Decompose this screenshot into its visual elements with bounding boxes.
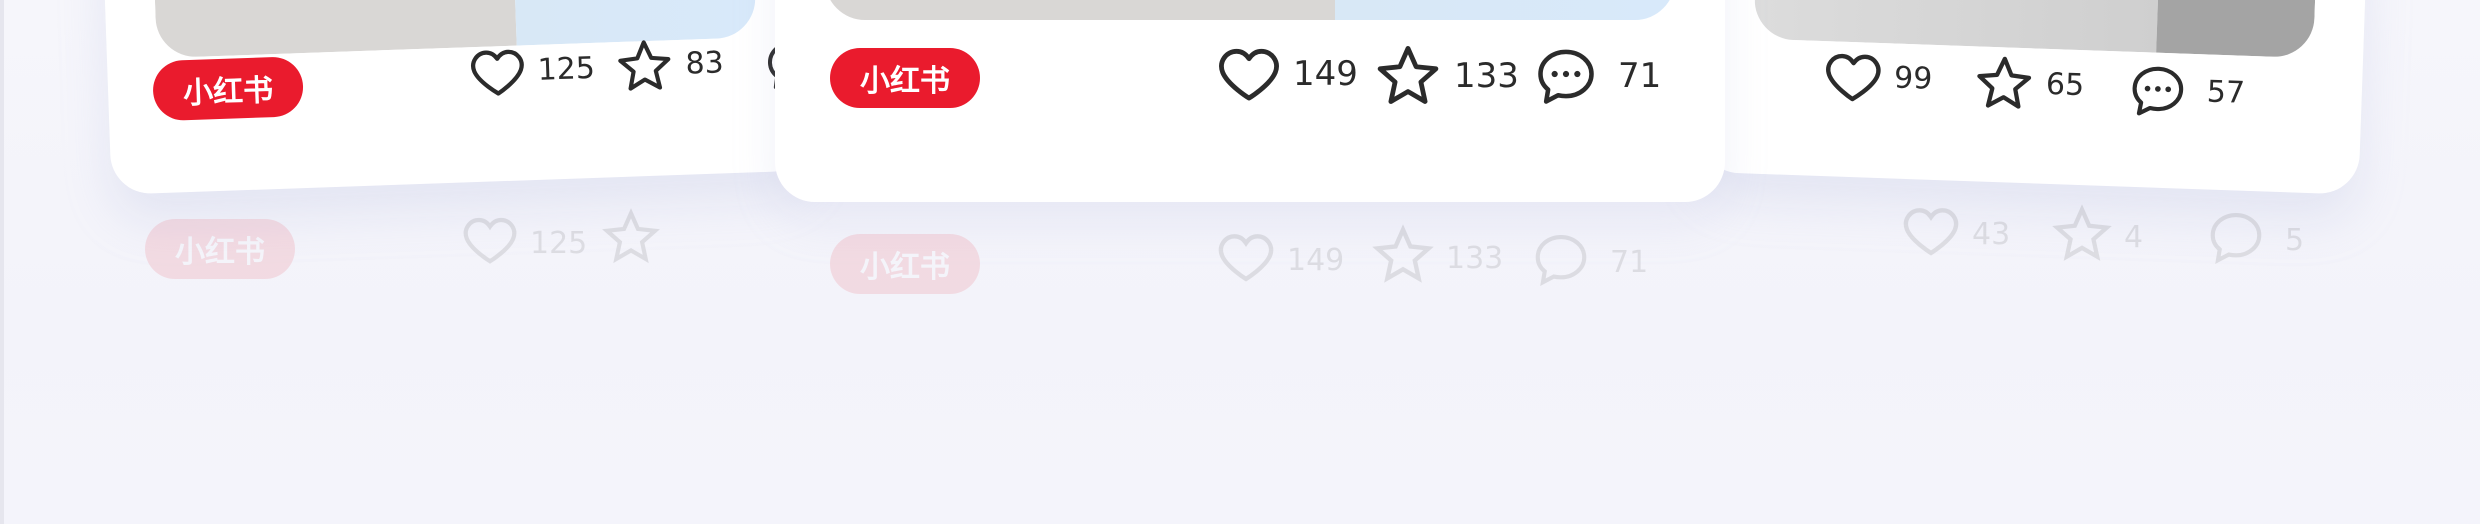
comment-stat[interactable]: 71: [1532, 42, 1661, 110]
favorite-stat-reflection: 4: [2050, 202, 2143, 274]
like-stat-reflection: 149: [1215, 226, 1344, 296]
heart-icon: [1821, 45, 1885, 109]
like-count: 149: [1293, 54, 1358, 94]
like-stat[interactable]: 99: [1821, 45, 1933, 111]
like-count-reflection: 149: [1287, 243, 1345, 278]
favorite-count-reflection: 4: [2124, 220, 2144, 255]
like-stat[interactable]: 149: [1215, 40, 1358, 108]
favorite-count-reflection: 133: [1446, 241, 1504, 276]
image-part: [825, 0, 1335, 20]
comment-icon: [1532, 42, 1600, 110]
heart-icon: [1215, 40, 1283, 108]
comment-icon: [1530, 228, 1592, 298]
like-stat-reflection: 125: [460, 210, 587, 278]
image-part: [1335, 0, 1675, 20]
post-card-center[interactable]: 小红书 149 133 71: [775, 0, 1725, 202]
favorite-stat-reflection: 133: [1370, 222, 1503, 296]
xiaohongshu-logo: 小红书: [830, 48, 980, 108]
comment-stat-reflection: 71: [1530, 228, 1648, 298]
reflection-right: 43 4 5: [1900, 200, 2370, 320]
comment-icon: [2205, 206, 2267, 276]
star-icon: [1372, 40, 1444, 112]
like-count-reflection: 43: [1972, 217, 2011, 252]
heart-icon: [460, 210, 520, 278]
favorite-stat[interactable]: 133: [1372, 40, 1519, 112]
favorite-count: 133: [1454, 56, 1519, 96]
frame-edge: [0, 0, 4, 524]
reflection-left: 小红书 125: [145, 202, 795, 322]
favorite-stat-reflection: [600, 206, 662, 276]
star-icon: [2050, 202, 2114, 274]
heart-icon: [1900, 200, 1962, 270]
like-count-reflection: 125: [530, 226, 588, 261]
comment-icon: [2126, 59, 2190, 123]
xiaohongshu-logo-reflection: 小红书: [145, 219, 295, 279]
favorite-count: 65: [2045, 66, 2085, 104]
like-stat[interactable]: 125: [467, 39, 596, 103]
star-icon: [612, 34, 676, 98]
favorite-stat[interactable]: 65: [1971, 50, 2085, 118]
post-card-left[interactable]: 小红书 125 83: [100, 0, 812, 195]
image-part: [2156, 0, 2321, 59]
like-count: 99: [1893, 60, 1933, 97]
heart-icon: [1215, 226, 1277, 296]
like-count: 125: [536, 50, 596, 88]
star-icon: [1370, 222, 1436, 296]
xiaohongshu-logo: 小红书: [152, 56, 305, 122]
image-part: [149, 0, 517, 59]
like-stat-reflection: 43: [1900, 200, 2010, 270]
comment-stat[interactable]: 57: [2126, 59, 2246, 125]
star-icon: [1971, 50, 2037, 116]
image-part: [1753, 0, 2164, 53]
comment-count-reflection: 71: [1610, 245, 1649, 280]
post-image-center: [825, 0, 1675, 20]
heart-icon: [467, 41, 529, 103]
comment-count: 57: [2206, 74, 2246, 111]
favorite-stat[interactable]: 83: [612, 32, 724, 98]
xiaohongshu-logo-reflection: 小红书: [830, 234, 980, 294]
favorite-count: 83: [684, 45, 725, 82]
comment-count-reflection: 5: [2285, 223, 2305, 258]
star-icon: [600, 206, 662, 276]
comment-count: 71: [1618, 56, 1662, 96]
post-card-right[interactable]: 99 65 57: [1698, 0, 2370, 195]
comment-stat-reflection: 5: [2205, 206, 2304, 276]
reflection-center: 小红书 149 133 71: [830, 222, 1700, 342]
